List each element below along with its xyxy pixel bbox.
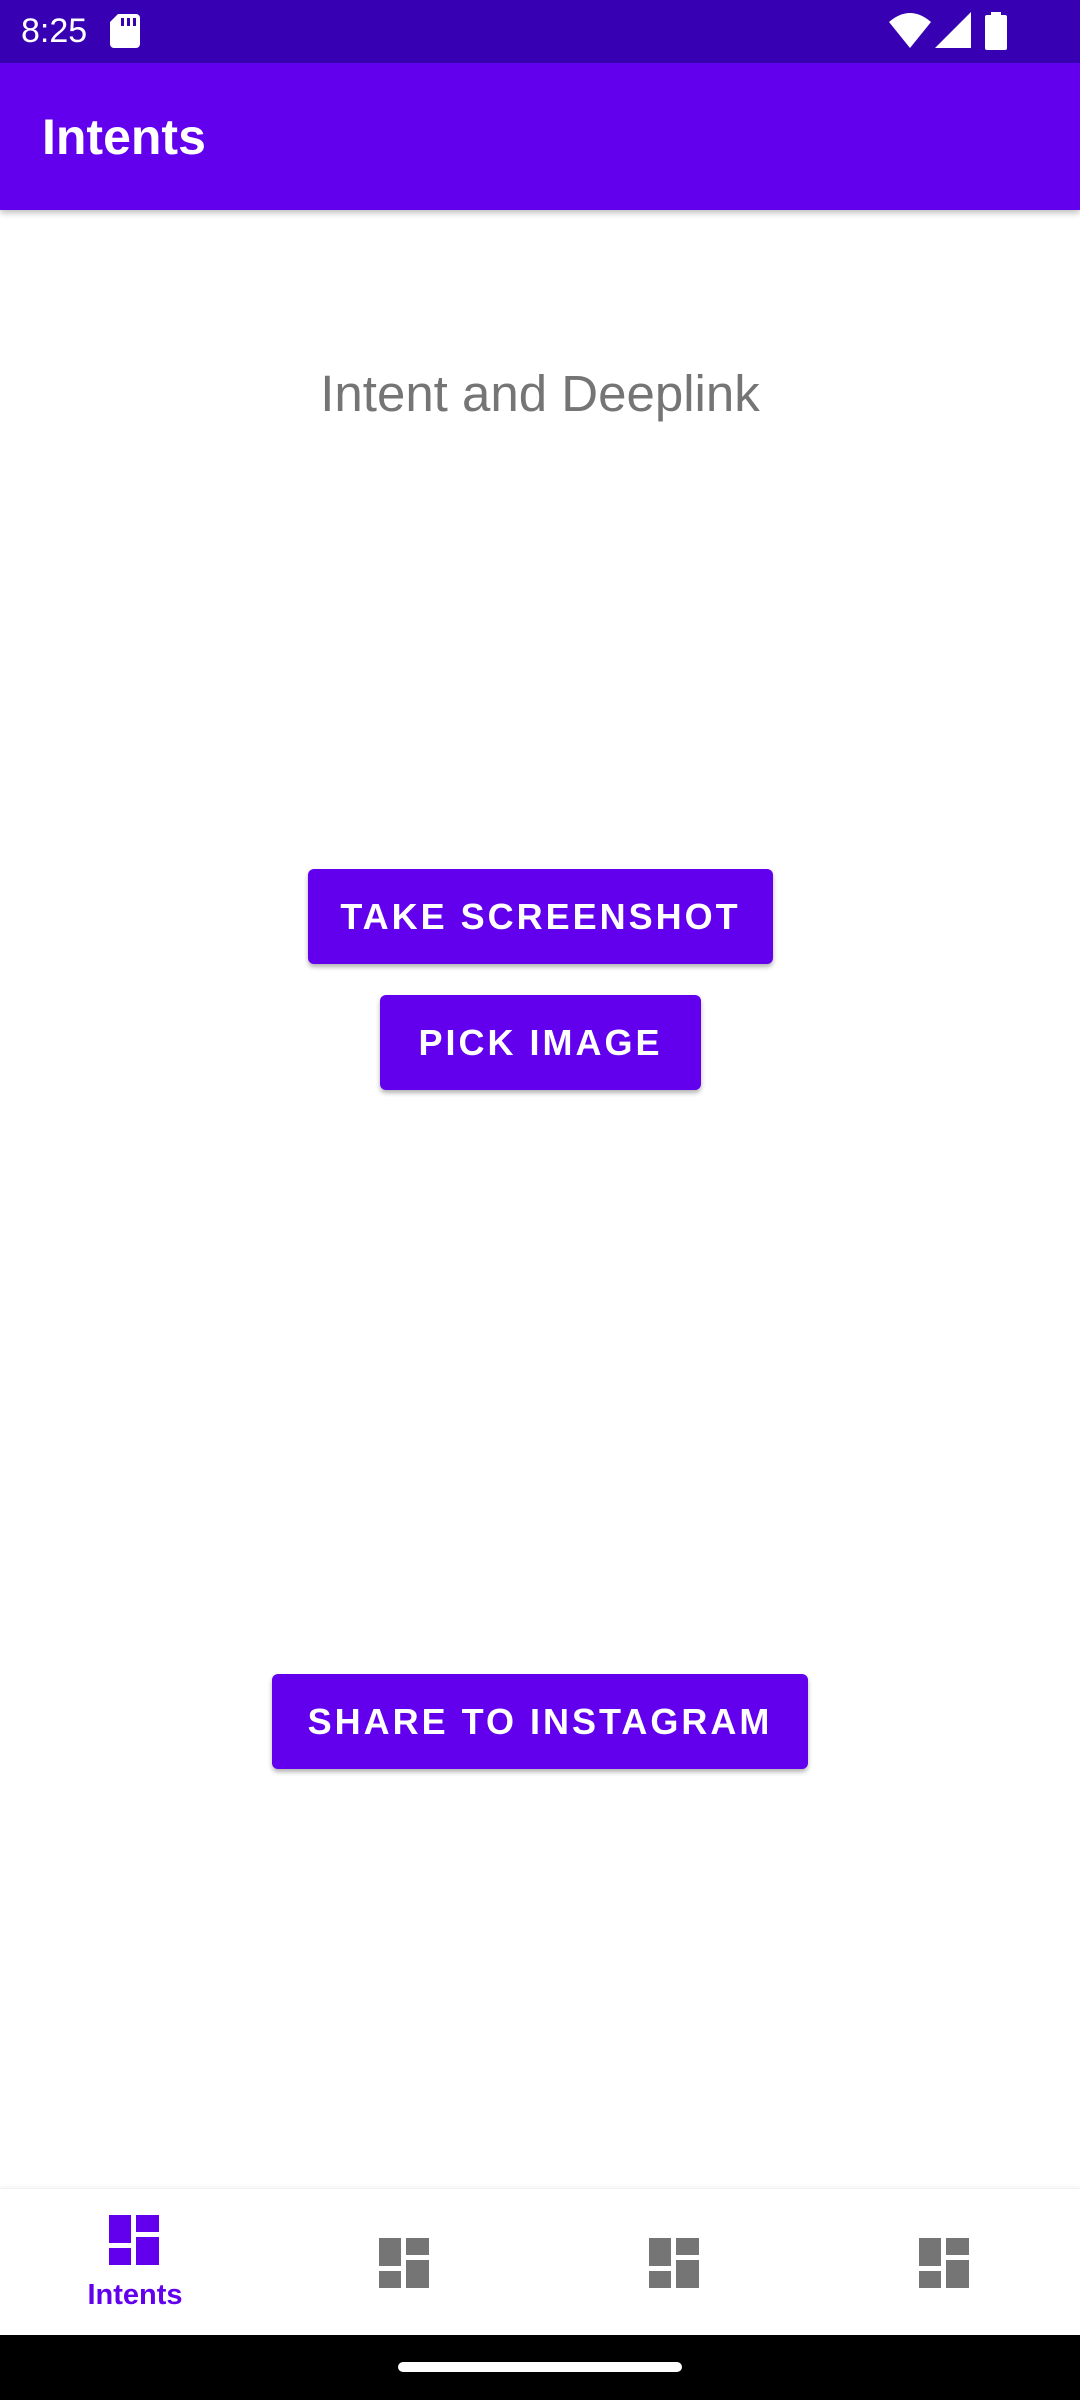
nav-label-intents: Intents — [87, 2279, 183, 2311]
nav-item-intents[interactable]: Intents — [0, 2189, 270, 2336]
signal-icon — [935, 12, 971, 52]
status-time: 8:25 — [21, 12, 88, 50]
dashboard-icon — [379, 2238, 429, 2292]
dashboard-icon — [109, 2215, 159, 2269]
dashboard-icon — [919, 2238, 969, 2292]
share-to-instagram-button[interactable]: SHARE TO INSTAGRAM — [272, 1674, 808, 1769]
nav-item-3[interactable] — [540, 2189, 810, 2336]
sd-card-icon — [110, 14, 140, 52]
nav-item-4[interactable] — [810, 2189, 1080, 2336]
bottom-navigation: Intents — [0, 2188, 1080, 2336]
wifi-icon — [889, 12, 931, 52]
take-screenshot-button[interactable]: TAKE SCREENSHOT — [308, 869, 773, 964]
nav-item-2[interactable] — [270, 2189, 540, 2336]
pick-image-button[interactable]: PICK IMAGE — [380, 995, 701, 1090]
app-title: Intents — [42, 109, 206, 165]
home-gesture-handle[interactable] — [398, 2362, 682, 2372]
battery-icon — [985, 12, 1007, 54]
app-bar: Intents — [0, 63, 1080, 210]
page-heading: Intent and Deeplink — [320, 365, 760, 422]
system-navigation-bar — [0, 2335, 1080, 2400]
dashboard-icon — [649, 2238, 699, 2292]
status-bar: 8:25 — [0, 0, 1080, 63]
